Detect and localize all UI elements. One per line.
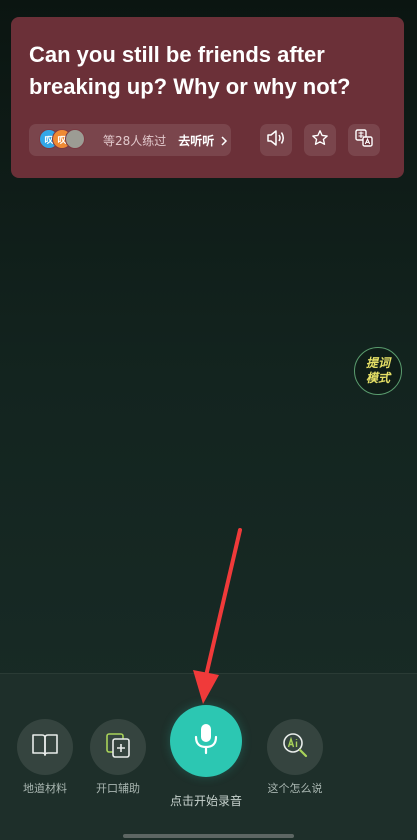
how-to-say-button[interactable] — [267, 719, 323, 775]
materials-label: 地道材料 — [23, 782, 67, 795]
chevron-right-icon — [220, 131, 228, 150]
listen-link[interactable]: 去听听 — [178, 132, 214, 149]
question-text: Can you still be friends after breaking … — [29, 42, 351, 99]
prompt-mode-label-line2: 模式 — [365, 371, 390, 385]
record-button[interactable] — [170, 705, 242, 777]
how-to-say-label: 这个怎么说 — [267, 782, 323, 795]
speaking-assist-button[interactable] — [90, 719, 146, 775]
ai-search-icon — [280, 730, 310, 764]
star-icon — [311, 129, 329, 151]
translate-button[interactable] — [348, 124, 380, 156]
speaker-button[interactable] — [260, 124, 292, 156]
microphone-icon — [192, 722, 220, 760]
practice-count: 等28人练过 — [103, 133, 167, 148]
prompt-mode-button[interactable]: 提词 模式 — [354, 347, 402, 395]
favorite-button[interactable] — [304, 124, 336, 156]
translate-icon — [354, 128, 374, 152]
materials-button[interactable] — [17, 719, 73, 775]
practice-pill[interactable]: 叹 叹 等28人练过 去听听 — [29, 124, 231, 156]
record-label: 点击开始录音 — [169, 794, 242, 808]
avatar-stack: 叹 叹 — [39, 129, 99, 151]
home-indicator[interactable] — [123, 834, 294, 838]
question-card: Can you still be friends after breaking … — [11, 17, 404, 178]
prompt-mode-label-line1: 提词 — [365, 356, 390, 370]
avatar — [65, 129, 85, 149]
add-card-icon — [103, 731, 133, 763]
speaker-icon — [266, 129, 286, 151]
book-icon — [30, 732, 60, 762]
